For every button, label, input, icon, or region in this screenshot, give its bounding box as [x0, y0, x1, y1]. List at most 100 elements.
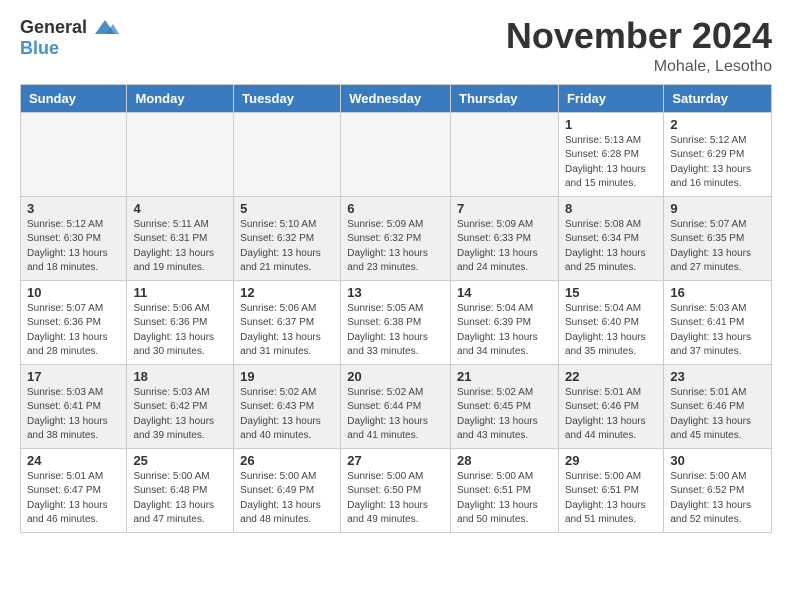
table-row: 27Sunrise: 5:00 AMSunset: 6:50 PMDayligh… — [341, 448, 451, 532]
table-row: 22 Sunrise: 5:01 AMSunset: 6:46 PMDayligh… — [558, 364, 663, 448]
day-info: Sunrise: 5:09 AMSunset: 6:33 PMDaylight:… — [457, 218, 552, 276]
day-number: 18 — [133, 369, 227, 384]
col-sunday: Sunday — [21, 84, 127, 112]
table-row: 19 Sunrise: 5:02 AMSunset: 6:43 PMDayligh… — [234, 364, 341, 448]
day-info: Sunrise: 5:03 AMSunset: 6:41 PMDaylight:… — [27, 386, 120, 444]
day-info: Sunrise: 5:05 AMSunset: 6:38 PMDaylight:… — [347, 302, 444, 360]
day-number: 8 — [565, 201, 657, 216]
table-row: 28 Sunrise: 5:00 AMSunset: 6:51 PMDayligh… — [451, 448, 559, 532]
day-number: 11 — [133, 285, 227, 300]
day-info: Sunrise: 5:00 AMSunset: 6:52 PMDaylight:… — [670, 470, 765, 528]
col-wednesday: Wednesday — [341, 84, 451, 112]
table-row — [451, 112, 559, 196]
day-info: Sunrise: 5:03 AMSunset: 6:41 PMDaylight:… — [670, 302, 765, 360]
day-number: 22 — [565, 369, 657, 384]
logo-blue: Blue — [20, 38, 59, 59]
day-info: Sunrise: 5:10 AMSunset: 6:32 PMDaylight:… — [240, 218, 334, 276]
logo-area: General Blue — [20, 16, 119, 59]
day-info: Sunrise: 5:00 AMSunset: 6:49 PMDaylight:… — [240, 470, 334, 528]
page: General Blue November 2024 Mohale, Lesot… — [0, 0, 792, 549]
table-row — [234, 112, 341, 196]
day-number: 14 — [457, 285, 552, 300]
table-row: 30 Sunrise: 5:00 AMSunset: 6:52 PMDayligh… — [664, 448, 772, 532]
day-number: 24 — [27, 453, 120, 468]
table-row: 1 Sunrise: 5:13 AMSunset: 6:28 PMDaylight… — [558, 112, 663, 196]
location-title: Mohale, Lesotho — [506, 58, 772, 76]
day-info: Sunrise: 5:13 AMSunset: 6:28 PMDaylight:… — [565, 134, 657, 192]
day-info: Sunrise: 5:02 AMSunset: 6:43 PMDaylight:… — [240, 386, 334, 444]
table-row — [341, 112, 451, 196]
day-info: Sunrise: 5:06 AMSunset: 6:37 PMDaylight:… — [240, 302, 334, 360]
table-row: 9 Sunrise: 5:07 AMSunset: 6:35 PMDaylight… — [664, 196, 772, 280]
day-number: 29 — [565, 453, 657, 468]
day-info: Sunrise: 5:11 AMSunset: 6:31 PMDaylight:… — [133, 218, 227, 276]
day-info: Sunrise: 5:08 AMSunset: 6:34 PMDaylight:… — [565, 218, 657, 276]
calendar-header-row: Sunday Monday Tuesday Wednesday Thursday… — [21, 84, 772, 112]
day-info: Sunrise: 5:00 AMSunset: 6:48 PMDaylight:… — [133, 470, 227, 528]
col-thursday: Thursday — [451, 84, 559, 112]
day-info: Sunrise: 5:00 AMSunset: 6:51 PMDaylight:… — [565, 470, 657, 528]
calendar-row: 10Sunrise: 5:07 AMSunset: 6:36 PMDayligh… — [21, 280, 772, 364]
day-info: Sunrise: 5:00 AMSunset: 6:51 PMDaylight:… — [457, 470, 552, 528]
day-number: 1 — [565, 117, 657, 132]
day-number: 21 — [457, 369, 552, 384]
day-info: Sunrise: 5:01 AMSunset: 6:46 PMDaylight:… — [565, 386, 657, 444]
table-row: 14Sunrise: 5:04 AMSunset: 6:39 PMDayligh… — [451, 280, 559, 364]
day-number: 26 — [240, 453, 334, 468]
logo: General — [20, 16, 119, 38]
day-number: 4 — [133, 201, 227, 216]
table-row: 26 Sunrise: 5:00 AMSunset: 6:49 PMDayligh… — [234, 448, 341, 532]
day-info: Sunrise: 5:12 AMSunset: 6:29 PMDaylight:… — [670, 134, 765, 192]
col-friday: Friday — [558, 84, 663, 112]
day-number: 2 — [670, 117, 765, 132]
day-number: 10 — [27, 285, 120, 300]
table-row: 13 Sunrise: 5:05 AMSunset: 6:38 PMDayligh… — [341, 280, 451, 364]
table-row: 7 Sunrise: 5:09 AMSunset: 6:33 PMDaylight… — [451, 196, 559, 280]
table-row: 24Sunrise: 5:01 AMSunset: 6:47 PMDayligh… — [21, 448, 127, 532]
table-row: 25 Sunrise: 5:00 AMSunset: 6:48 PMDayligh… — [127, 448, 234, 532]
day-number: 28 — [457, 453, 552, 468]
day-number: 25 — [133, 453, 227, 468]
table-row — [127, 112, 234, 196]
table-row: 18 Sunrise: 5:03 AMSunset: 6:42 PMDayligh… — [127, 364, 234, 448]
day-info: Sunrise: 5:04 AMSunset: 6:40 PMDaylight:… — [565, 302, 657, 360]
day-number: 7 — [457, 201, 552, 216]
calendar-row: 1 Sunrise: 5:13 AMSunset: 6:28 PMDaylight… — [21, 112, 772, 196]
table-row: 21 Sunrise: 5:02 AMSunset: 6:45 PMDayligh… — [451, 364, 559, 448]
day-number: 19 — [240, 369, 334, 384]
day-info: Sunrise: 5:09 AMSunset: 6:32 PMDaylight:… — [347, 218, 444, 276]
table-row: 11 Sunrise: 5:06 AMSunset: 6:36 PMDayligh… — [127, 280, 234, 364]
table-row: 6 Sunrise: 5:09 AMSunset: 6:32 PMDaylight… — [341, 196, 451, 280]
month-title: November 2024 — [506, 16, 772, 56]
title-area: November 2024 Mohale, Lesotho — [506, 16, 772, 76]
day-number: 13 — [347, 285, 444, 300]
day-number: 12 — [240, 285, 334, 300]
day-number: 30 — [670, 453, 765, 468]
day-info: Sunrise: 5:02 AMSunset: 6:44 PMDaylight:… — [347, 386, 444, 444]
table-row: 23Sunrise: 5:01 AMSunset: 6:46 PMDayligh… — [664, 364, 772, 448]
col-tuesday: Tuesday — [234, 84, 341, 112]
table-row: 17 Sunrise: 5:03 AMSunset: 6:41 PMDayligh… — [21, 364, 127, 448]
header: General Blue November 2024 Mohale, Lesot… — [20, 16, 772, 76]
day-info: Sunrise: 5:03 AMSunset: 6:42 PMDaylight:… — [133, 386, 227, 444]
day-number: 9 — [670, 201, 765, 216]
table-row: 12 Sunrise: 5:06 AMSunset: 6:37 PMDayligh… — [234, 280, 341, 364]
calendar: Sunday Monday Tuesday Wednesday Thursday… — [20, 84, 772, 533]
day-number: 17 — [27, 369, 120, 384]
day-info: Sunrise: 5:07 AMSunset: 6:35 PMDaylight:… — [670, 218, 765, 276]
day-info: Sunrise: 5:06 AMSunset: 6:36 PMDaylight:… — [133, 302, 227, 360]
day-number: 16 — [670, 285, 765, 300]
calendar-row: 24Sunrise: 5:01 AMSunset: 6:47 PMDayligh… — [21, 448, 772, 532]
col-saturday: Saturday — [664, 84, 772, 112]
table-row: 15Sunrise: 5:04 AMSunset: 6:40 PMDayligh… — [558, 280, 663, 364]
col-monday: Monday — [127, 84, 234, 112]
table-row: 2 Sunrise: 5:12 AMSunset: 6:29 PMDaylight… — [664, 112, 772, 196]
day-info: Sunrise: 5:12 AMSunset: 6:30 PMDaylight:… — [27, 218, 120, 276]
day-info: Sunrise: 5:02 AMSunset: 6:45 PMDaylight:… — [457, 386, 552, 444]
table-row: 4 Sunrise: 5:11 AMSunset: 6:31 PMDaylight… — [127, 196, 234, 280]
table-row: 20Sunrise: 5:02 AMSunset: 6:44 PMDayligh… — [341, 364, 451, 448]
day-info: Sunrise: 5:00 AMSunset: 6:50 PMDaylight:… — [347, 470, 444, 528]
day-number: 6 — [347, 201, 444, 216]
calendar-row: 17 Sunrise: 5:03 AMSunset: 6:41 PMDayligh… — [21, 364, 772, 448]
calendar-row: 3Sunrise: 5:12 AMSunset: 6:30 PMDaylight… — [21, 196, 772, 280]
